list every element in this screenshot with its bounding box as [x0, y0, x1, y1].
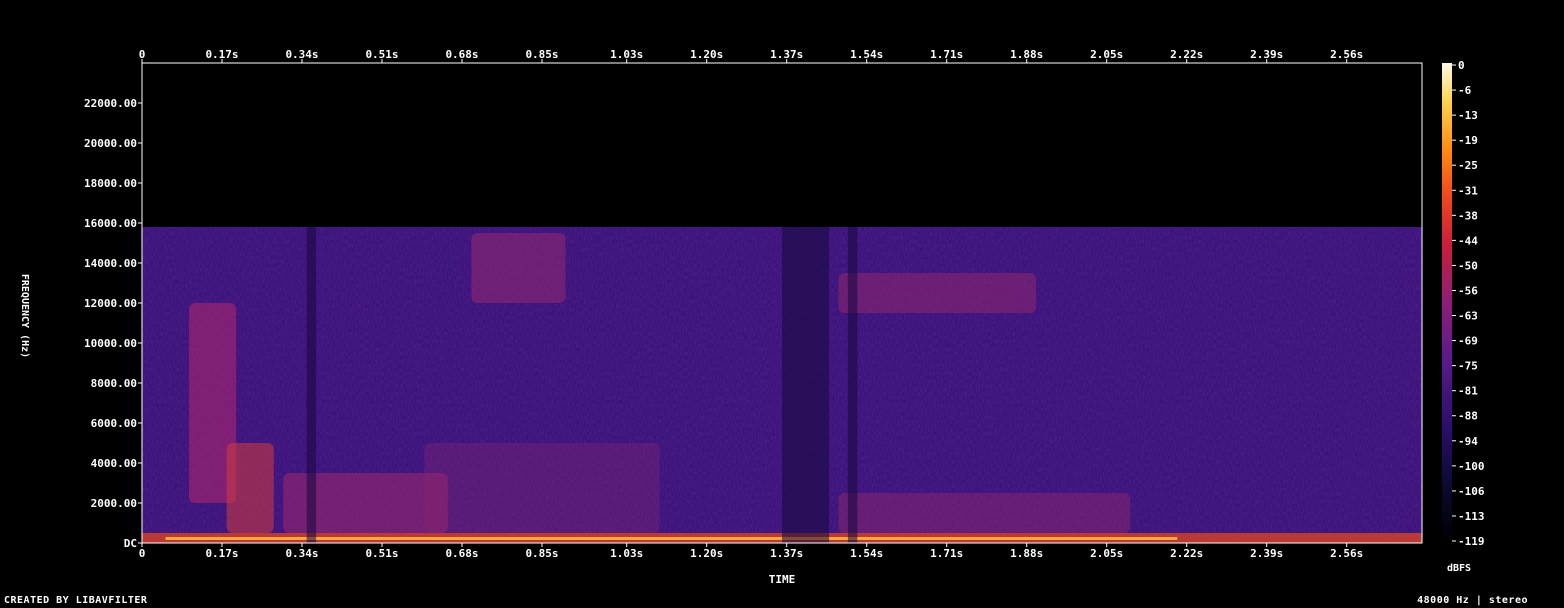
y-tick-label: 10000.00: [84, 337, 137, 350]
colorbar-tick-label: -100: [1458, 460, 1485, 473]
x-tick-label-top: 1.71s: [930, 48, 963, 61]
colorbar-tick-label: -19: [1458, 134, 1478, 147]
silence-gap: [306, 227, 317, 543]
x-tick-label-top: 1.54s: [850, 48, 883, 61]
x-tick-label-bottom: 0.17s: [205, 547, 238, 560]
x-tick-label-top: 2.39s: [1250, 48, 1283, 61]
x-tick-label-top: 1.88s: [1010, 48, 1043, 61]
x-tick-label-bottom: 1.37s: [770, 547, 803, 560]
colorbar-tick-label: -31: [1458, 184, 1478, 197]
colorbar-tick-label: -113: [1458, 510, 1485, 523]
colorbar-tick-label: 0: [1458, 59, 1465, 72]
x-tick-label-bottom: 1.20s: [690, 547, 723, 560]
colorbar-tick-label: -75: [1458, 360, 1478, 373]
y-tick-label: 12000.00: [84, 297, 137, 310]
colorbar-tick-label: -106: [1458, 485, 1485, 498]
x-tick-label-bottom: 0: [139, 547, 146, 560]
spectrogram-chart: 0 0 0.17s 0.17s 0.34s 0.34s 0.51s 0.51s 0.68s 0.6…: [19, 48, 1485, 586]
x-tick-label-top: 2.05s: [1090, 48, 1123, 61]
x-tick-label-bottom: 1.03s: [610, 547, 643, 560]
y-axis-label: FREQUENCY (Hz): [19, 274, 30, 358]
y-tick-label: 8000.00: [91, 377, 137, 390]
colorbar-tick-label: -56: [1458, 284, 1478, 297]
colorbar-tick-label: -13: [1458, 109, 1478, 122]
footer-credit: CREATED BY LIBAVFILTER: [4, 595, 148, 606]
y-tick-label: 16000.00: [84, 217, 137, 230]
y-tick-label: 20000.00: [84, 137, 137, 150]
silence-gap: [847, 227, 858, 543]
x-tick-label-top: 1.37s: [770, 48, 803, 61]
colorbar-tick-label: -119: [1458, 535, 1485, 548]
silence-gap: [782, 227, 830, 543]
y-tick-label: 22000.00: [84, 97, 137, 110]
x-tick-label-bottom: 2.05s: [1090, 547, 1123, 560]
plot-area: [141, 62, 1423, 544]
y-tick-label: 14000.00: [84, 257, 137, 270]
x-tick-label-top: 0.85s: [525, 48, 558, 61]
x-tick-label-bottom: 0.68s: [445, 547, 478, 560]
y-tick-label: 6000.00: [91, 417, 137, 430]
energy-region: [471, 233, 566, 303]
y-tick-label: 2000.00: [91, 497, 137, 510]
x-tick-label-bottom: 0.51s: [365, 547, 398, 560]
colorbar-tick-label: -6: [1458, 84, 1472, 97]
x-tick-label-top: 0.17s: [205, 48, 238, 61]
x-tick-label-top: 2.56s: [1330, 48, 1363, 61]
y-axis: DC 2000.00 4000.00 6000.00 8000.00 10000.00 12…: [84, 97, 142, 550]
x-tick-label-bottom: 2.22s: [1170, 547, 1203, 560]
colorbar-tick-label: -44: [1458, 234, 1478, 247]
x-tick-label-bottom: 0.34s: [285, 547, 318, 560]
x-tick-label-top: 1.20s: [690, 48, 723, 61]
colorbar-label: dBFS: [1447, 563, 1471, 574]
x-tick-label-bottom: 2.56s: [1330, 547, 1363, 560]
y-tick-label: 18000.00: [84, 177, 137, 190]
colorbar-tick-label: -88: [1458, 410, 1478, 423]
colorbar: 0 -6 -13 -19 -25 -31 -38 -44 -50 -56 -63 -69 -75 -81 -…: [1442, 59, 1485, 548]
colorbar-tick-label: -50: [1458, 259, 1478, 272]
y-tick-label: 4000.00: [91, 457, 137, 470]
x-tick-label-top: 0.34s: [285, 48, 318, 61]
low-frequency-peak: [165, 537, 1178, 540]
x-tick-label-bottom: 1.71s: [930, 547, 963, 560]
footer-audio-info: 48000 Hz | stereo: [1417, 595, 1528, 606]
energy-region: [226, 443, 274, 533]
x-tick-label-top: 0.68s: [445, 48, 478, 61]
x-tick-label-top: 1.03s: [610, 48, 643, 61]
x-tick-label-top: 0.51s: [365, 48, 398, 61]
colorbar-tick-label: -25: [1458, 159, 1478, 172]
colorbar-tick-label: -81: [1458, 385, 1478, 398]
colorbar-gradient: [1442, 63, 1452, 543]
colorbar-tick-label: -63: [1458, 310, 1478, 323]
colorbar-tick-label: -94: [1458, 435, 1478, 448]
y-tick-label: DC: [124, 537, 137, 550]
energy-region: [838, 493, 1131, 533]
x-tick-label-bottom: 0.85s: [525, 547, 558, 560]
colorbar-tick-label: -38: [1458, 209, 1478, 222]
energy-region: [424, 443, 660, 533]
x-tick-label-top: 0: [139, 48, 146, 61]
x-tick-label-top: 2.22s: [1170, 48, 1203, 61]
energy-region: [838, 273, 1037, 313]
colorbar-tick-label: -69: [1458, 335, 1478, 348]
x-tick-label-bottom: 1.88s: [1010, 547, 1043, 560]
x-axis-label: TIME: [769, 573, 796, 586]
x-tick-label-bottom: 1.54s: [850, 547, 883, 560]
x-tick-label-bottom: 2.39s: [1250, 547, 1283, 560]
